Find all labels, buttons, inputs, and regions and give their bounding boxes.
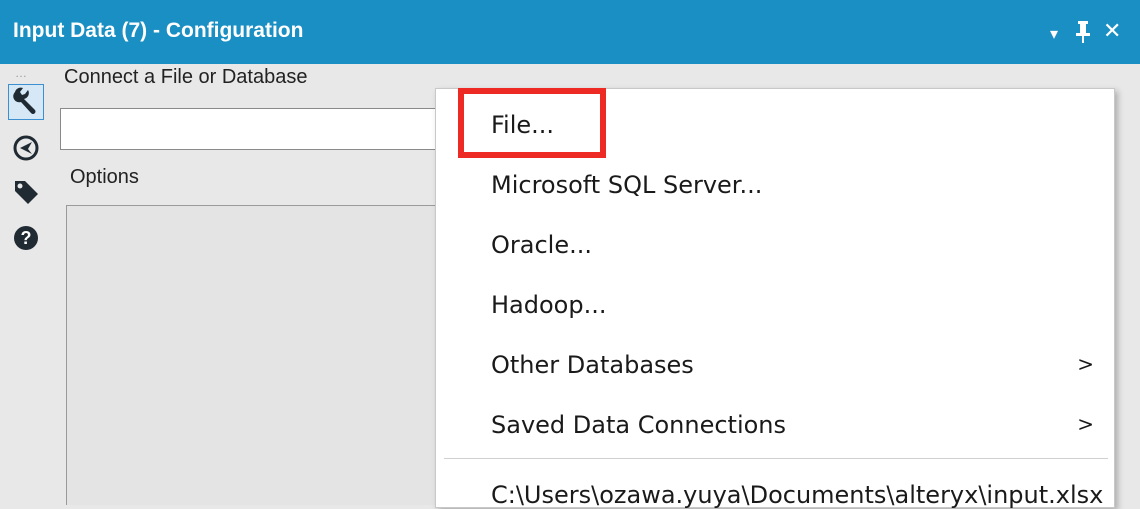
toolbar-grip[interactable]: … (15, 66, 28, 80)
pin-icon[interactable] (1073, 20, 1093, 50)
help-button[interactable]: ? (8, 222, 44, 258)
window-title: Input Data (7) - Configuration (13, 19, 304, 42)
options-label: Options (70, 166, 139, 188)
submenu-arrow-icon: > (1077, 352, 1094, 376)
menu-item-other-databases[interactable]: Other Databases (491, 351, 694, 379)
connect-label: Connect a File or Database (64, 66, 308, 88)
title-bar: Input Data (7) - Configuration ▾ ✕ (0, 0, 1140, 64)
navigate-icon (11, 133, 41, 168)
panel-menu-dropdown-icon[interactable]: ▾ (1050, 22, 1058, 48)
menu-item-saved-data-connections[interactable]: Saved Data Connections (491, 411, 786, 439)
menu-item-microsoft-sql-server[interactable]: Microsoft SQL Server... (491, 171, 762, 199)
annotation-tab-button[interactable] (8, 176, 44, 212)
menu-item-hadoop[interactable]: Hadoop... (491, 291, 606, 319)
submenu-arrow-icon: > (1077, 412, 1094, 436)
highlight-box (458, 88, 606, 158)
navigation-tab-button[interactable] (8, 132, 44, 168)
configuration-tab-button[interactable] (8, 84, 44, 120)
menu-separator (444, 458, 1108, 459)
menu-item-oracle[interactable]: Oracle... (491, 231, 592, 259)
menu-item-recent-file[interactable]: C:\Users\ozawa.yuya\Documents\alteryx\in… (491, 481, 1103, 509)
connection-path-input[interactable] (60, 108, 490, 150)
svg-text:?: ? (21, 228, 32, 248)
help-icon: ? (11, 223, 41, 258)
wrench-icon (11, 85, 41, 120)
config-toolbar (0, 64, 54, 500)
tag-icon (11, 177, 41, 212)
close-icon[interactable]: ✕ (1103, 18, 1121, 44)
